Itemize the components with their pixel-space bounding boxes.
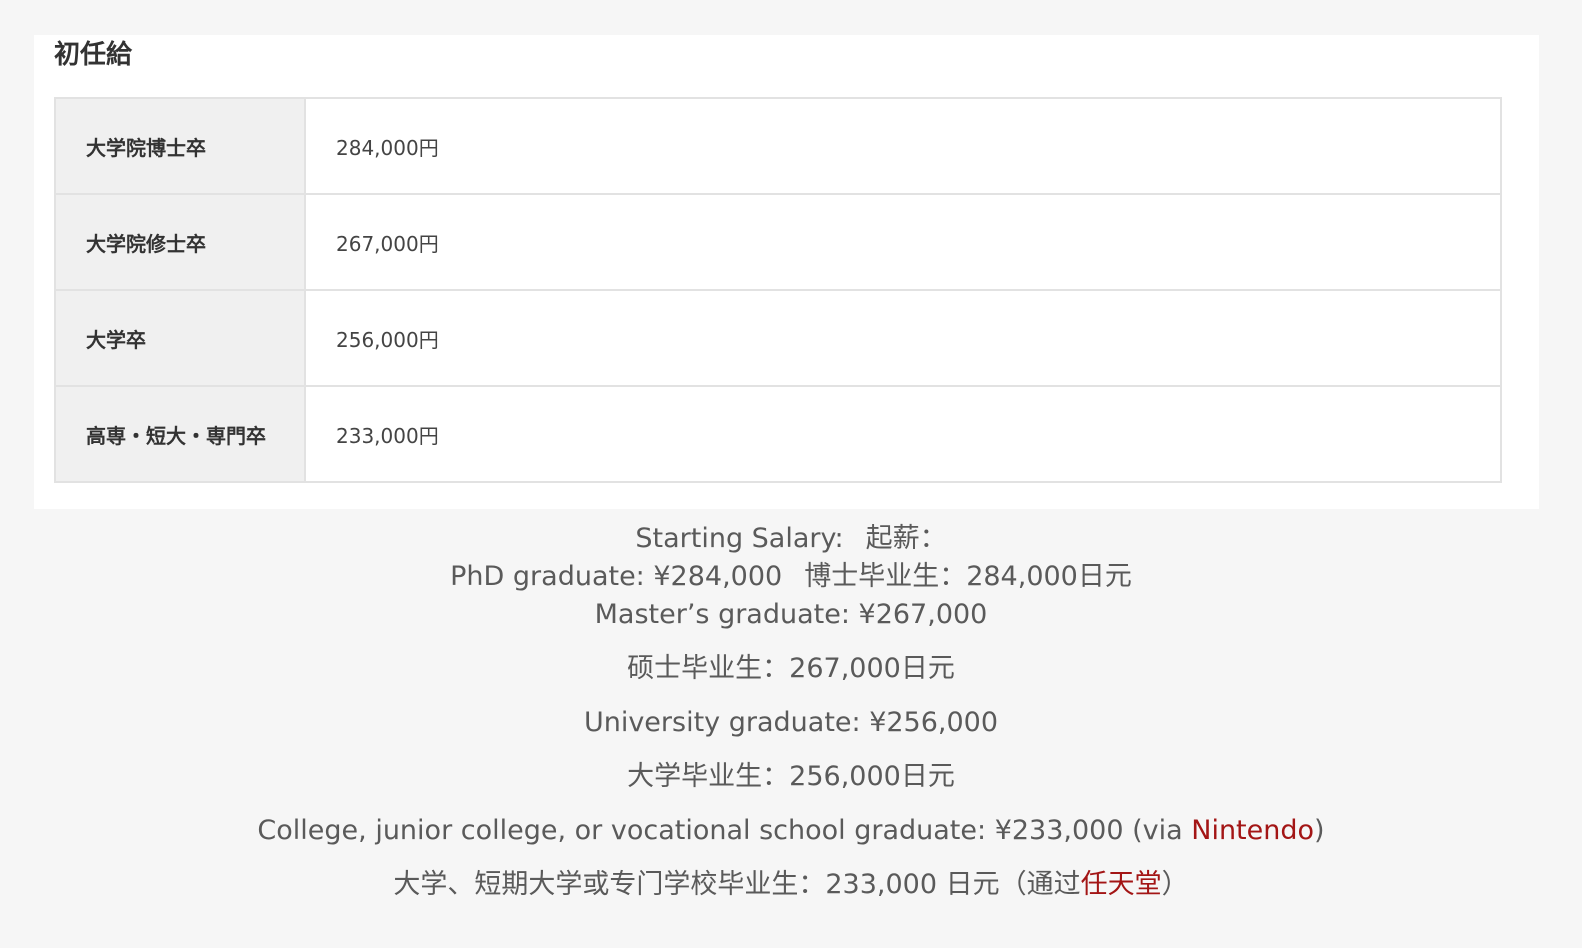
salary-table: 大学院博士卒 284,000円 大学院修士卒 267,000円 大学卒 256,… xyxy=(54,97,1502,483)
caption-college-zh-close: ） xyxy=(1161,869,1189,900)
caption-line-university-zh: 大学毕业生：256,000日元 xyxy=(627,761,955,792)
table-row: 大学卒 256,000円 xyxy=(54,289,1502,387)
salary-card: 初任給 大学院博士卒 284,000円 大学院修士卒 267,000円 大学卒 … xyxy=(34,35,1539,509)
caption-college-zh-text: 大学、短期大学或专门学校毕业生：233,000 日元（通过 xyxy=(393,869,1081,900)
caption-heading-en: Starting Salary: xyxy=(635,523,844,554)
row-label: 高専・短大・専門卒 xyxy=(54,385,306,483)
caption-line-masters-zh: 硕士毕业生：267,000日元 xyxy=(627,653,955,684)
caption-college-en-close: ) xyxy=(1314,815,1325,846)
caption-line-phd: PhD graduate: ¥284,000 博士毕业生：284,000日元 xyxy=(0,558,1582,596)
row-label: 大学院博士卒 xyxy=(54,97,306,195)
table-row: 高専・短大・専門卒 233,000円 xyxy=(54,385,1502,483)
caption-line-masters-en: Master’s graduate: ¥267,000 xyxy=(594,599,988,630)
caption-line-heading: Starting Salary: 起薪： xyxy=(0,520,1582,558)
nintendo-link-zh[interactable]: 任天堂 xyxy=(1081,869,1162,900)
row-value: 267,000円 xyxy=(304,193,1502,291)
row-value: 256,000円 xyxy=(304,289,1502,387)
caption-line-college-en: College, junior college, or vocational s… xyxy=(0,812,1582,850)
row-value: 284,000円 xyxy=(304,97,1502,195)
row-value: 233,000円 xyxy=(304,385,1502,483)
caption-phd-zh: 博士毕业生：284,000日元 xyxy=(804,561,1132,592)
card-title: 初任給 xyxy=(54,40,133,70)
caption: Starting Salary: 起薪： PhD graduate: ¥284,0… xyxy=(0,520,1582,904)
table-row: 大学院修士卒 267,000円 xyxy=(54,193,1502,291)
caption-phd-en: PhD graduate: ¥284,000 xyxy=(450,561,783,592)
caption-heading-zh: 起薪： xyxy=(865,523,947,554)
caption-line-college-zh: 大学、短期大学或专门学校毕业生：233,000 日元（通过任天堂） xyxy=(0,866,1582,904)
table-row: 大学院博士卒 284,000円 xyxy=(54,97,1502,195)
nintendo-link[interactable]: Nintendo xyxy=(1191,815,1314,846)
caption-college-en-text: College, junior college, or vocational s… xyxy=(257,815,1192,846)
row-label: 大学院修士卒 xyxy=(54,193,306,291)
row-label: 大学卒 xyxy=(54,289,306,387)
caption-line-university-en: University graduate: ¥256,000 xyxy=(583,707,999,738)
